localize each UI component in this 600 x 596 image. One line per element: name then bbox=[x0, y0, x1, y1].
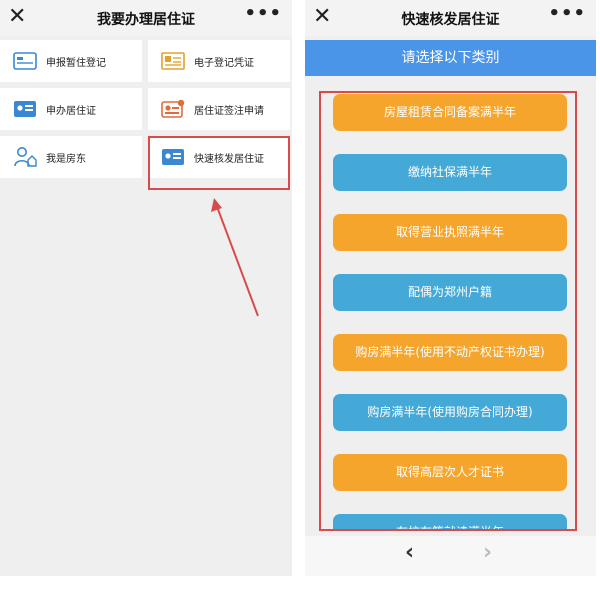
option-button-lease-contract[interactable]: 房屋租赁合同备案满半年 bbox=[333, 94, 567, 131]
option-button-spouse-hukou[interactable]: 配偶为郑州户籍 bbox=[333, 274, 567, 311]
option-button-business-license[interactable]: 取得营业执照满半年 bbox=[333, 214, 567, 251]
right-title-bar: ✕ 快速核发居住证 ••• bbox=[305, 0, 596, 36]
option-button-talent-certificate[interactable]: 取得高层次人才证书 bbox=[333, 454, 567, 491]
annotation-arrow bbox=[211, 198, 259, 317]
option-list-highlight: 房屋租赁合同备案满半年 缴纳社保满半年 取得营业执照满半年 配偶为郑州户籍 购房… bbox=[319, 91, 577, 531]
more-icon[interactable]: ••• bbox=[548, 3, 586, 24]
option-button-house-property-certificate[interactable]: 购房满半年(使用不动产权证书办理) bbox=[333, 334, 567, 371]
option-button-house-purchase-contract[interactable]: 购房满半年(使用购房合同办理) bbox=[333, 394, 567, 431]
option-button-social-insurance[interactable]: 缴纳社保满半年 bbox=[333, 154, 567, 191]
option-button-student[interactable]: 在校在籍就读满半年 bbox=[333, 514, 567, 529]
left-screen: ✕ 我要办理居住证 ••• 申报暂住登记 电子登记凭证 申办居住证 居住证签注申… bbox=[0, 0, 292, 576]
right-screen: ✕ 快速核发居住证 ••• 请选择以下类别 房屋租赁合同备案满半年 缴纳社保满半… bbox=[305, 0, 596, 576]
category-prompt: 请选择以下类别 bbox=[305, 40, 596, 76]
forward-arrow-icon[interactable]: › bbox=[483, 540, 492, 566]
browser-nav-bar: ‹ › bbox=[305, 536, 596, 576]
back-arrow-icon[interactable]: ‹ bbox=[405, 540, 414, 566]
